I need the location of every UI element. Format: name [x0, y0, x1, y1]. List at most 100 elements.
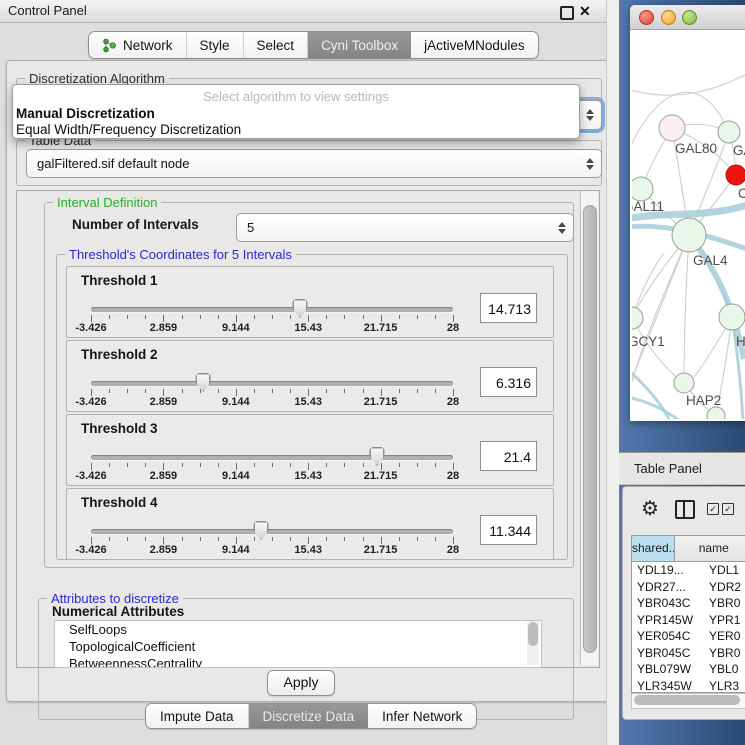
slider[interactable]: -3.4262.8599.14415.4321.71528 — [91, 415, 453, 485]
table-data-combobox[interactable]: galFiltered.sif default node — [26, 149, 602, 178]
table-cell[interactable]: YER054C — [632, 628, 699, 645]
table-cell[interactable]: YDR2 — [699, 579, 745, 596]
tab-label: Cyni Toolbox — [321, 38, 398, 53]
tab-discretize-data[interactable]: Discretize Data — [249, 704, 369, 728]
network-node-h[interactable] — [719, 304, 745, 330]
slider-tick — [308, 537, 309, 544]
table-cell[interactable]: YDL1 — [699, 562, 745, 579]
attribute-list-item[interactable]: BetweennessCentrality — [55, 655, 541, 668]
float-window-icon[interactable] — [560, 6, 574, 20]
panel-splitter[interactable] — [606, 0, 620, 745]
slider-tick — [435, 463, 436, 467]
split-columns-icon[interactable] — [675, 500, 695, 519]
column-header-shared-name[interactable]: shared... — [632, 536, 675, 561]
minimize-traffic-light-icon[interactable] — [661, 10, 676, 25]
network-node-gal4[interactable] — [672, 218, 706, 252]
table-cell[interactable]: YBR0 — [699, 595, 745, 612]
slider-track[interactable] — [91, 307, 453, 312]
network-node[interactable] — [707, 407, 725, 419]
apply-button[interactable]: Apply — [267, 670, 335, 696]
slider-tick-label: 15.43 — [294, 470, 322, 482]
zoom-traffic-light-icon[interactable] — [682, 10, 697, 25]
slider-tick — [326, 463, 327, 467]
slider-thumb[interactable] — [254, 521, 269, 540]
network-node-gcy1[interactable] — [632, 307, 643, 329]
slider[interactable]: -3.4262.8599.14415.4321.71528 — [91, 341, 453, 411]
table-cell[interactable]: YDL19... — [632, 562, 699, 579]
slider[interactable]: -3.4262.8599.14415.4321.71528 — [91, 267, 453, 337]
slider-tick — [308, 463, 309, 470]
table-cell[interactable]: YBL0 — [699, 661, 745, 678]
network-node-hap2[interactable] — [674, 373, 694, 393]
tab-select[interactable]: Select — [244, 32, 309, 58]
tab-infer-network[interactable]: Infer Network — [368, 704, 476, 728]
table-cell[interactable]: YDR27... — [632, 579, 699, 596]
slider-tick — [200, 389, 201, 393]
network-node-c[interactable] — [726, 165, 745, 185]
table-row[interactable]: YER054CYER0 — [632, 628, 745, 645]
attribute-list-item[interactable]: SelfLoops — [55, 621, 541, 638]
slider-tick — [290, 389, 291, 393]
slider-track[interactable] — [91, 529, 453, 534]
numerical-attributes-list[interactable]: SelfLoopsTopologicalCoefficientBetweenne… — [54, 620, 542, 668]
close-traffic-light-icon[interactable] — [639, 10, 654, 25]
slider-tick — [182, 389, 183, 393]
tab-style[interactable]: Style — [187, 32, 244, 58]
close-icon[interactable]: ✕ — [579, 1, 591, 21]
slider-thumb[interactable] — [196, 373, 211, 392]
scrollbar-thumb[interactable] — [583, 205, 597, 653]
table-row[interactable]: YLR345WYLR3 — [632, 678, 745, 695]
threshold-value-field[interactable]: 21.4 — [480, 441, 537, 471]
dropdown-option-equal-width-frequency[interactable]: Equal Width/Frequency Discretization — [16, 122, 576, 137]
slider-track[interactable] — [91, 455, 453, 460]
gear-icon[interactable]: ⚙ — [641, 497, 659, 521]
slider-thumb[interactable] — [369, 447, 384, 466]
tab-jactivemnodules[interactable]: jActiveMNodules — [411, 32, 538, 58]
attributes-scrollbar-thumb[interactable] — [528, 622, 538, 646]
table-cell[interactable]: YBR045C — [632, 645, 699, 662]
table-row[interactable]: YPR145WYPR1 — [632, 612, 745, 629]
table-row[interactable]: YBR045CYBR0 — [632, 645, 745, 662]
table-cell[interactable]: YER0 — [699, 628, 745, 645]
network-canvas[interactable]: GAL80GACGAL11GAL4GCY1HHAP2 — [632, 29, 745, 419]
table-cell[interactable]: YBR0 — [699, 645, 745, 662]
slider[interactable]: -3.4262.8599.14415.4321.71528 — [91, 489, 453, 559]
table-cell[interactable]: YPR145W — [632, 612, 699, 629]
tab-impute-data[interactable]: Impute Data — [146, 704, 249, 728]
table-cell[interactable]: YLR3 — [699, 678, 745, 695]
tab-cyni-toolbox[interactable]: Cyni Toolbox — [308, 32, 411, 58]
slider-tick — [363, 463, 364, 467]
table-row[interactable]: YBL079WYBL0 — [632, 661, 745, 678]
attribute-list-item[interactable]: TopologicalCoefficient — [55, 638, 541, 655]
number-of-intervals-combobox[interactable]: 5 — [236, 213, 574, 242]
slider-tick — [218, 389, 219, 393]
slider-tick — [200, 537, 201, 541]
settings-scrollbar[interactable] — [580, 191, 598, 665]
dropdown-option-manual-discretization[interactable]: Manual Discretization — [16, 106, 576, 121]
network-node-ga[interactable] — [718, 121, 740, 143]
table-cell[interactable]: YBR043C — [632, 595, 699, 612]
tab-network[interactable]: Network — [89, 32, 187, 58]
slider-tick — [91, 537, 92, 544]
table-cell[interactable]: YBL079W — [632, 661, 699, 678]
slider-track[interactable] — [91, 381, 453, 386]
table-cell[interactable]: YLR345W — [632, 678, 699, 695]
network-edge[interactable] — [632, 318, 684, 383]
slider-tick-label: -3.426 — [75, 396, 106, 408]
network-node-gal80[interactable] — [659, 115, 685, 141]
network-node-gal11[interactable] — [632, 177, 653, 201]
slider-thumb[interactable] — [292, 299, 307, 318]
network-edge[interactable] — [684, 235, 689, 383]
tab-label: Style — [200, 38, 230, 53]
checkbox-icon[interactable]: ✓ — [722, 503, 734, 515]
checkbox-icon[interactable]: ✓ — [707, 503, 719, 515]
threshold-value-field[interactable]: 6.316 — [480, 367, 537, 397]
table-row[interactable]: YBR043CYBR0 — [632, 595, 745, 612]
table-row[interactable]: YDR27...YDR2 — [632, 579, 745, 596]
threshold-value-field[interactable]: 11.344 — [480, 515, 537, 545]
threshold-value-field[interactable]: 14.713 — [480, 293, 537, 323]
column-header-name[interactable]: name — [675, 536, 745, 561]
table-cell[interactable]: YPR1 — [699, 612, 745, 629]
table-hscrollbar-thumb[interactable] — [634, 695, 740, 705]
table-row[interactable]: YDL19...YDL1 — [632, 562, 745, 579]
